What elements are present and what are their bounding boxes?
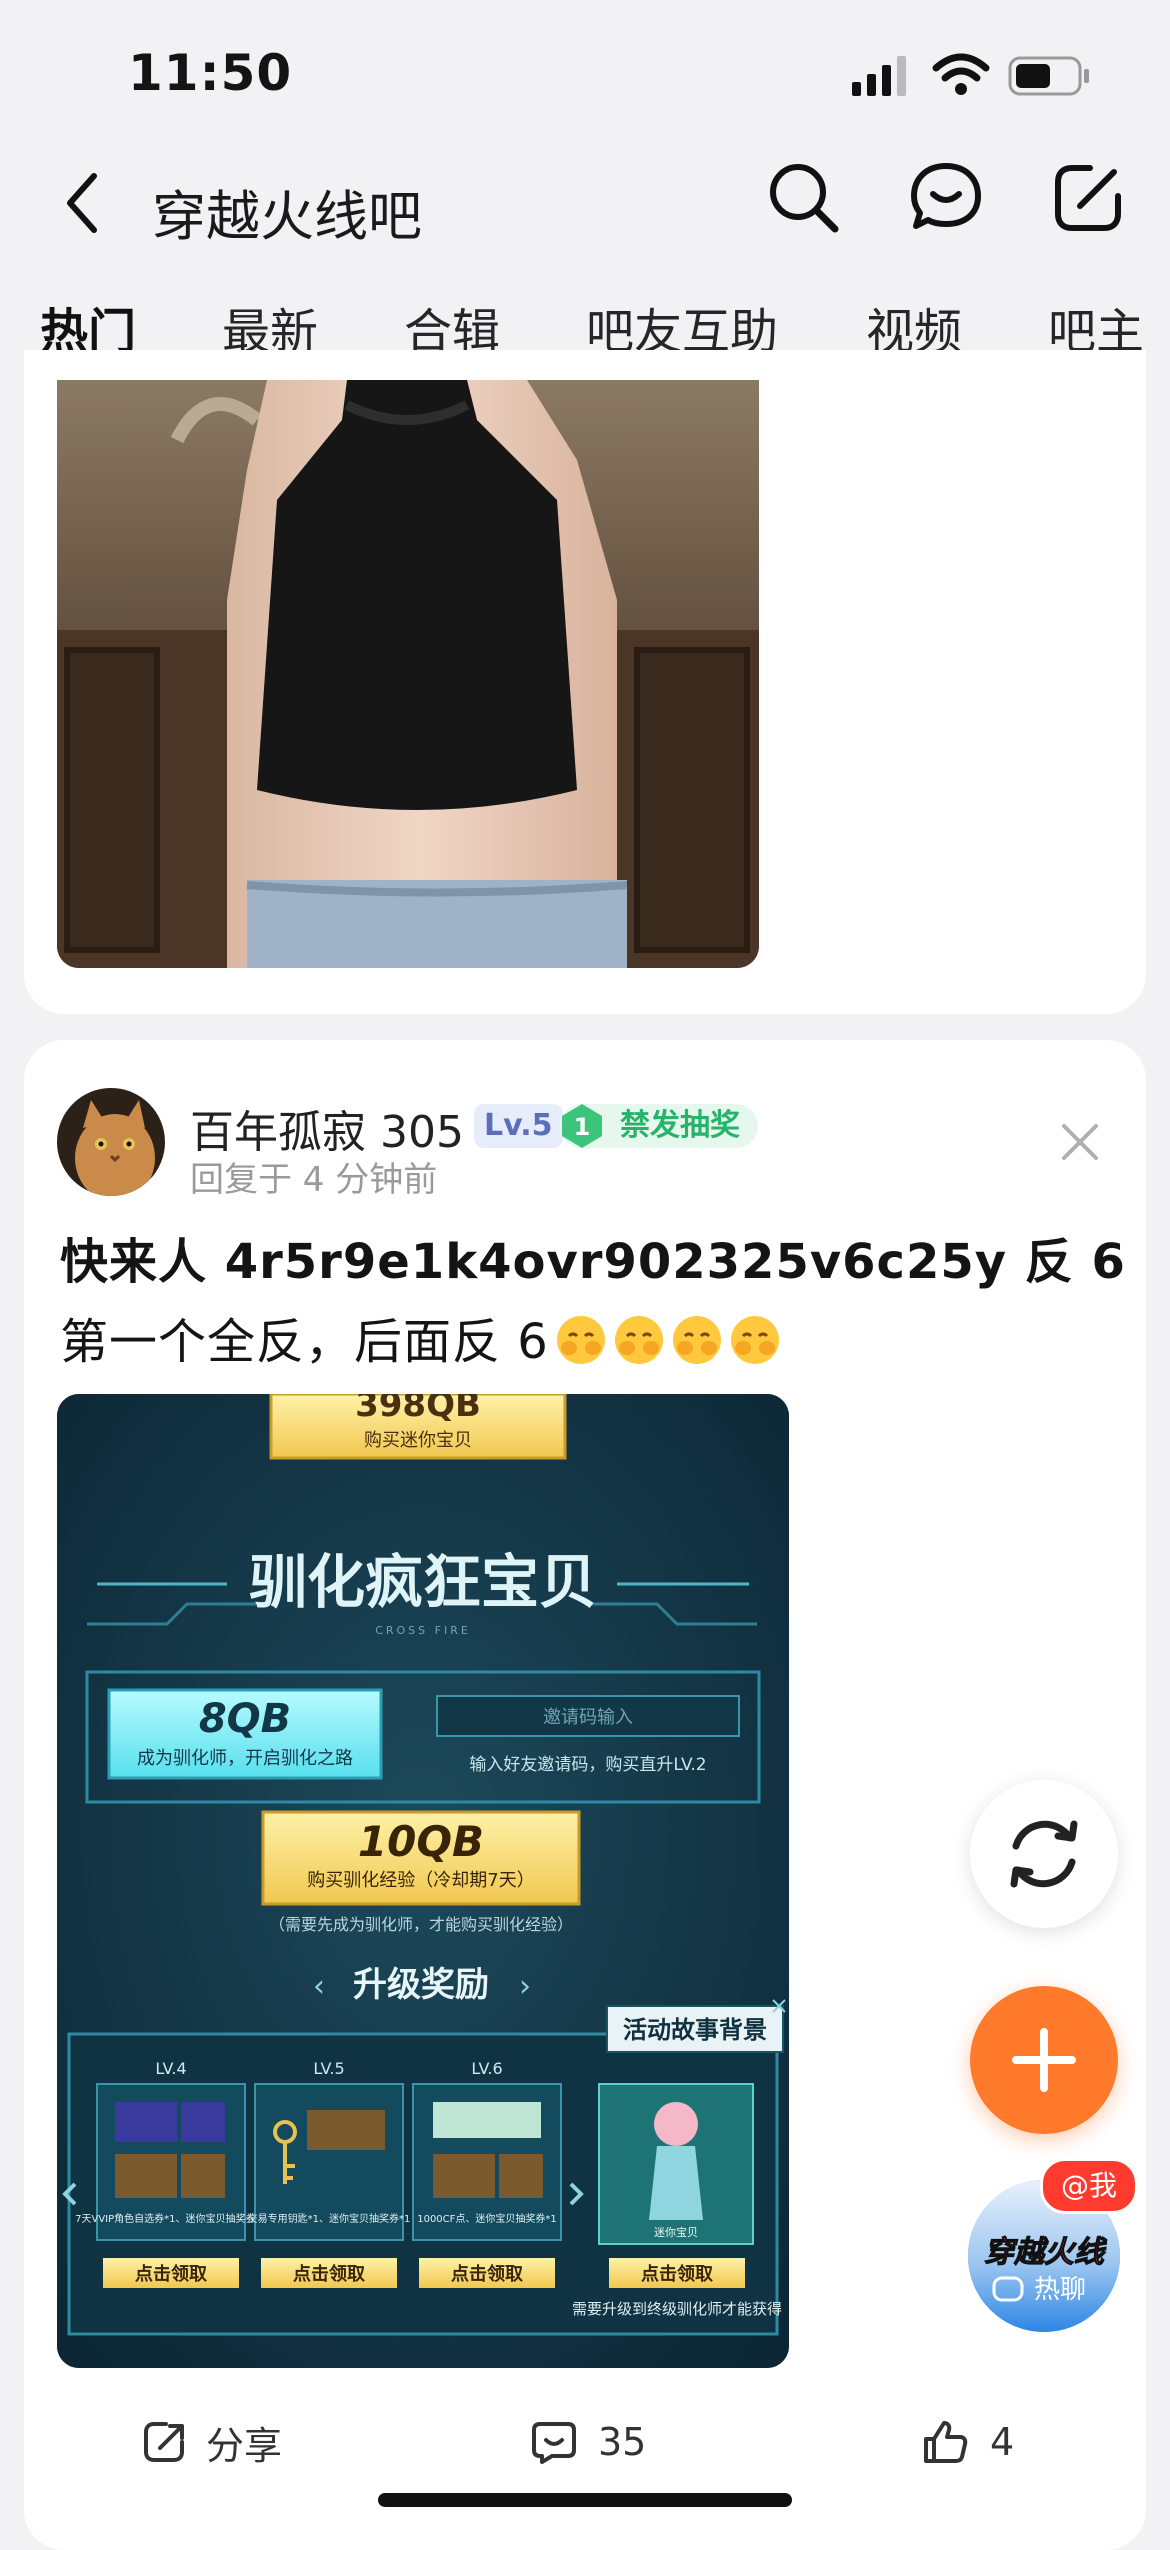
reward-final-name: 迷你宝贝 xyxy=(654,2225,698,2239)
search-icon[interactable] xyxy=(766,160,842,236)
share-button[interactable]: 分享 xyxy=(140,2402,282,2482)
reward-level-desc: 7天VVIP角色自选券*1、迷你宝贝抽奖券*1 xyxy=(75,2212,267,2225)
promo-price-1-caption: 成为驯化师，开启驯化之路 xyxy=(137,1748,353,1769)
shy-emoji-icon xyxy=(672,1316,721,1364)
promo-invite-caption: 输入好友邀请码，购买直升LV.2 xyxy=(469,1755,706,1775)
reward-level-label: LV.6 xyxy=(471,2059,502,2078)
new-post-fab[interactable] xyxy=(970,1986,1118,2134)
promo-price-2: 10QB xyxy=(358,1817,484,1866)
promo-rewards-title: 升级奖励 xyxy=(353,1965,489,2005)
promo-top-caption: 购买迷你宝贝 xyxy=(364,1430,472,1451)
svg-text:›: › xyxy=(519,1969,531,2004)
message-icon[interactable] xyxy=(908,160,984,236)
tag-rank-icon: 1 xyxy=(562,1104,602,1148)
forum-title: 穿越火线吧 xyxy=(152,185,422,248)
reply-time: 回复于 4 分钟前 xyxy=(190,1160,438,1200)
promo-price-1: 8QB xyxy=(199,1696,291,1742)
reward-level-label: LV.4 xyxy=(155,2059,186,2078)
post-image-promo[interactable]: 398QB 购买迷你宝贝 驯化疯狂宝贝 CROSS FIRE 8QB 成为驯化师… xyxy=(57,1394,789,2368)
like-count: 4 xyxy=(990,2420,1015,2464)
comment-button[interactable]: 35 xyxy=(530,2402,646,2482)
claim-button-lv4[interactable]: 点击领取 xyxy=(135,2263,208,2285)
reward-level-label: LV.5 xyxy=(313,2059,344,2078)
reward-final-caption: 需要升级到终级驯化师才能获得 xyxy=(572,2300,782,2318)
status-time: 11:50 xyxy=(128,44,293,102)
promo-top-price: 398QB xyxy=(355,1394,481,1425)
level-badge: Lv.5 xyxy=(474,1104,563,1148)
claim-button-lv6[interactable]: 点击领取 xyxy=(451,2263,524,2285)
promo-note: （需要先成为驯化师，才能购买驯化经验） xyxy=(269,1915,573,1934)
promo-headline: 驯化疯狂宝贝 xyxy=(249,1548,597,1616)
post-body: 第一个全反，后面反 6 xyxy=(60,1302,781,1372)
chat-label: 热聊 xyxy=(1034,2275,1086,2305)
wifi-icon xyxy=(932,53,990,95)
mention-badge: @我 xyxy=(1040,2158,1139,2214)
claim-button-final[interactable]: 点击领取 xyxy=(641,2263,714,2285)
promo-subtitle: CROSS FIRE xyxy=(375,1624,471,1637)
chat-logo: 穿越火线 xyxy=(984,2235,1108,2270)
shy-emoji-icon xyxy=(730,1316,779,1364)
refresh-button[interactable] xyxy=(970,1780,1118,1928)
promo-price-2-caption: 购买驯化经验（冷却期7天） xyxy=(307,1870,534,1891)
post-title: 快来人 4r5r9e1k4ovr902325v6c25y 反 6 xyxy=(60,1234,1126,1290)
edit-post-icon[interactable] xyxy=(1050,160,1126,236)
svg-text:‹: ‹ xyxy=(313,1969,325,2004)
thumbs-up-icon xyxy=(924,2421,968,2463)
reward-level-desc: 1000CF点、迷你宝贝抽奖券*1 xyxy=(417,2212,557,2225)
tag-rank-number: 1 xyxy=(574,1113,591,1141)
battery-icon xyxy=(1008,56,1089,96)
avatar[interactable] xyxy=(57,1088,165,1196)
comment-icon xyxy=(532,2422,576,2464)
reward-level-desc: 交易专用钥匙*1、迷你宝贝抽奖券*1 xyxy=(248,2212,411,2225)
comment-count: 35 xyxy=(598,2420,647,2464)
refresh-icon xyxy=(1010,1820,1078,1888)
plus-icon xyxy=(1012,2028,1076,2092)
username[interactable]: 百年孤寂 305 xyxy=(190,1096,464,1160)
post-body-text: 第一个全反，后面反 6 xyxy=(60,1314,549,1370)
home-indicator xyxy=(378,2493,792,2507)
share-icon xyxy=(144,2422,184,2462)
signal-icon xyxy=(852,56,906,96)
close-icon[interactable] xyxy=(1056,1118,1104,1166)
shy-emoji-icon xyxy=(614,1316,663,1364)
shy-emoji-icon xyxy=(556,1316,605,1364)
post-photo[interactable] xyxy=(57,380,759,968)
promo-invite-field: 邀请码输入 xyxy=(543,1707,633,1728)
share-label: 分享 xyxy=(206,2423,283,2468)
like-button[interactable]: 4 xyxy=(920,2402,1014,2482)
claim-button-lv5[interactable]: 点击领取 xyxy=(293,2263,366,2285)
promo-story-label: 活动故事背景 xyxy=(623,2016,767,2044)
back-arrow-icon[interactable] xyxy=(62,170,102,236)
